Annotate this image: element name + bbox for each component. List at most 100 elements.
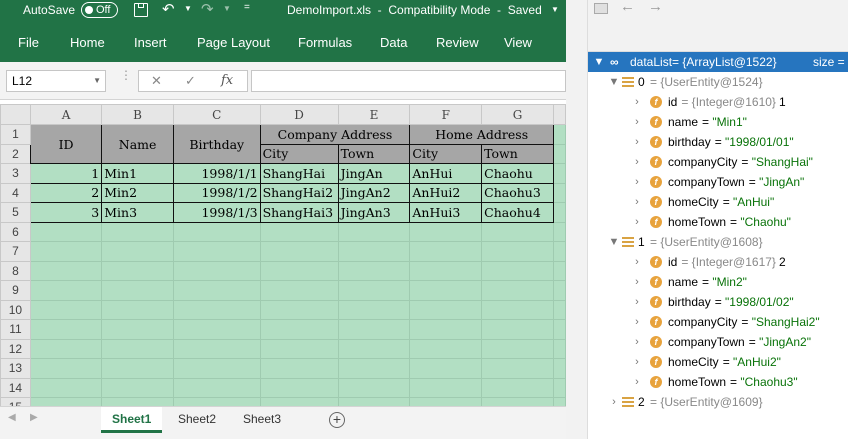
cell[interactable]: [481, 358, 555, 379]
cell[interactable]: [553, 338, 566, 359]
cell[interactable]: [259, 358, 339, 379]
cell[interactable]: [337, 260, 411, 281]
cell[interactable]: [409, 280, 483, 301]
cell[interactable]: [481, 397, 555, 406]
data-cell-company-city[interactable]: ShangHai2: [259, 182, 339, 203]
add-sheet-icon[interactable]: +: [329, 412, 345, 428]
chevron-right-icon[interactable]: ›: [631, 92, 643, 112]
undo-icon[interactable]: ↶: [162, 0, 175, 18]
cell[interactable]: [29, 280, 103, 301]
cell[interactable]: [101, 241, 174, 262]
cell[interactable]: [259, 241, 339, 262]
tree-node-field-companyCity[interactable]: › f companyCity = "ShangHai2": [588, 312, 848, 332]
data-cell-id[interactable]: 1: [29, 163, 103, 184]
cell[interactable]: [29, 221, 103, 242]
data-cell-name[interactable]: Min3: [101, 202, 174, 223]
tree-node-field-homeCity[interactable]: › f homeCity = "AnHui": [588, 192, 848, 212]
row-header-8[interactable]: 8: [0, 260, 31, 281]
tab-home[interactable]: Home: [70, 35, 105, 50]
cell[interactable]: [553, 260, 566, 281]
cell[interactable]: [29, 241, 103, 262]
select-all-corner[interactable]: [0, 104, 31, 125]
cell[interactable]: [259, 377, 339, 398]
cell[interactable]: [337, 241, 411, 262]
cancel-icon[interactable]: ✕: [151, 73, 162, 89]
row-header-7[interactable]: 7: [0, 241, 31, 262]
worksheet-grid[interactable]: A B C D E F G 1 ID Name Birthday Company…: [0, 104, 566, 406]
header-cell-id[interactable]: ID: [29, 124, 103, 164]
chevron-right-icon[interactable]: ›: [631, 332, 643, 352]
tab-insert[interactable]: Insert: [134, 35, 167, 50]
cell[interactable]: [553, 163, 566, 184]
data-cell-birthday[interactable]: 1998/1/2: [172, 182, 261, 203]
cell[interactable]: [553, 319, 566, 340]
row-header-10[interactable]: 10: [0, 299, 31, 320]
chevron-down-icon[interactable]: ▼: [608, 232, 620, 252]
tab-view[interactable]: View: [504, 35, 532, 50]
cell[interactable]: [553, 280, 566, 301]
save-icon[interactable]: [134, 3, 148, 17]
pane-splitter[interactable]: [566, 0, 588, 439]
cell[interactable]: [172, 299, 261, 320]
redo-dropdown-icon[interactable]: ▼: [223, 4, 231, 13]
tree-node-item-1[interactable]: ▼ 1 = {UserEntity@1608}: [588, 232, 848, 252]
data-cell-company-city[interactable]: ShangHai: [259, 163, 339, 184]
chevron-down-icon[interactable]: ▼: [608, 72, 620, 92]
data-cell-birthday[interactable]: 1998/1/1: [172, 163, 261, 184]
tab-page-layout[interactable]: Page Layout: [197, 35, 270, 50]
cell[interactable]: [172, 397, 261, 406]
cell[interactable]: [172, 319, 261, 340]
data-cell-company-city[interactable]: ShangHai3: [259, 202, 339, 223]
cell[interactable]: [172, 221, 261, 242]
cell[interactable]: [101, 280, 174, 301]
cell[interactable]: [337, 221, 411, 242]
tree-node-field-name[interactable]: › f name = "Min2": [588, 272, 848, 292]
row-header-2[interactable]: 2: [0, 143, 31, 164]
cell[interactable]: [29, 338, 103, 359]
header-cell-company-city[interactable]: City: [259, 143, 339, 164]
cell[interactable]: [172, 377, 261, 398]
row-header-4[interactable]: 4: [0, 182, 31, 203]
data-cell-company-town[interactable]: JingAn: [337, 163, 411, 184]
cell[interactable]: [553, 397, 566, 406]
formula-bar-grip-icon[interactable]: ⋮: [120, 69, 132, 81]
header-cell-birthday[interactable]: Birthday: [172, 124, 261, 164]
data-cell-home-city[interactable]: AnHui3: [409, 202, 483, 223]
cell[interactable]: [101, 377, 174, 398]
cell[interactable]: [29, 299, 103, 320]
cell[interactable]: [259, 319, 339, 340]
cell[interactable]: [337, 397, 411, 406]
data-cell-home-town[interactable]: Chaohu3: [481, 182, 555, 203]
cell[interactable]: [337, 319, 411, 340]
data-cell-id[interactable]: 2: [29, 182, 103, 203]
column-header-a[interactable]: A: [29, 104, 103, 125]
scroll-sheets-right-icon[interactable]: ▶: [30, 412, 38, 423]
row-header-11[interactable]: 11: [0, 319, 31, 340]
cell[interactable]: [481, 299, 555, 320]
data-cell-home-town[interactable]: Chaohu: [481, 163, 555, 184]
cell[interactable]: [101, 319, 174, 340]
forward-arrow-icon[interactable]: →: [648, 0, 663, 15]
tree-node-field-companyCity[interactable]: › f companyCity = "ShangHai": [588, 152, 848, 172]
cell[interactable]: [172, 338, 261, 359]
column-header-b[interactable]: B: [101, 104, 174, 125]
cell[interactable]: [337, 280, 411, 301]
chevron-right-icon[interactable]: ›: [631, 252, 643, 272]
tab-review[interactable]: Review: [436, 35, 479, 50]
header-cell-name[interactable]: Name: [101, 124, 174, 164]
sheet-tab-sheet1[interactable]: Sheet1: [101, 407, 163, 433]
row-header-1[interactable]: 1: [0, 124, 31, 145]
cell[interactable]: [259, 299, 339, 320]
chevron-right-icon[interactable]: ›: [631, 112, 643, 132]
cell[interactable]: [172, 260, 261, 281]
cell[interactable]: [553, 202, 566, 223]
row-header-13[interactable]: 13: [0, 358, 31, 379]
header-cell-home-city[interactable]: City: [409, 143, 483, 164]
tree-node-field-homeCity[interactable]: › f homeCity = "AnHui2": [588, 352, 848, 372]
cell[interactable]: [409, 377, 483, 398]
cell[interactable]: [481, 260, 555, 281]
chevron-down-icon[interactable]: ▼: [593, 52, 605, 72]
tree-node-field-homeTown[interactable]: › f homeTown = "Chaohu3": [588, 372, 848, 392]
data-cell-home-city[interactable]: AnHui: [409, 163, 483, 184]
cell[interactable]: [481, 241, 555, 262]
